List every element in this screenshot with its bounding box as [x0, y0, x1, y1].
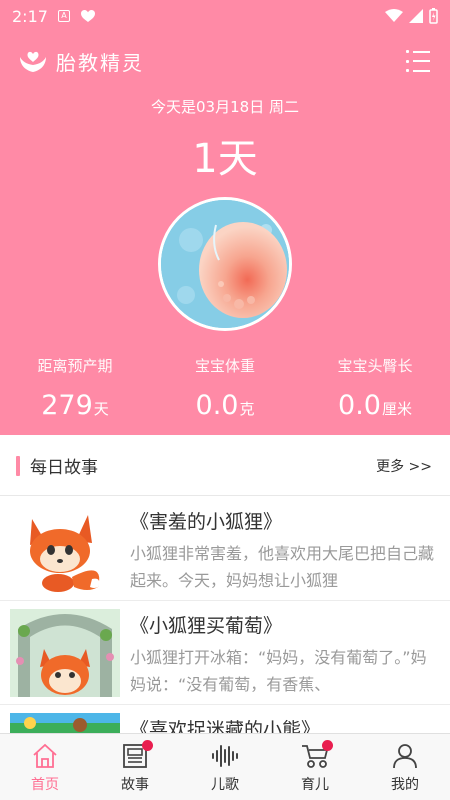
stat-crown-rump-length: 宝宝头臀长 0.0厘米 — [300, 355, 450, 421]
sound-wave-icon — [212, 745, 238, 767]
brand: 胎教精灵 — [18, 47, 144, 76]
tab-label: 育儿 — [301, 777, 329, 793]
tab-label: 儿歌 — [211, 777, 239, 793]
stat-value: 279 — [41, 390, 93, 421]
stat-unit: 天 — [93, 400, 109, 418]
stat-unit: 厘米 — [381, 400, 412, 418]
tab-label: 故事 — [121, 777, 149, 793]
story-thumbnail — [10, 505, 120, 593]
story-thumbnail — [10, 609, 120, 697]
story-thumbnail — [10, 713, 120, 733]
signal-icon — [409, 9, 423, 23]
story-item[interactable]: 《喜欢捉迷藏的小熊》 — [0, 705, 450, 733]
menu-list-icon — [406, 50, 432, 53]
stat-label: 距离预产期 — [37, 357, 113, 375]
stats-row: 距离预产期 279天 宝宝体重 0.0克 宝宝头臀长 0.0厘米 — [0, 355, 450, 421]
story-description: 小狐狸非常害羞，他喜欢用大尾巴把自己藏起来。今天，妈妈想让小狐狸 — [130, 544, 435, 590]
today-date: 今天是03月18日 周二 — [151, 98, 299, 116]
tab-songs[interactable]: 儿歌 — [180, 734, 270, 800]
bottom-tab-bar: 首页 故事 儿歌 育儿 我的 — [0, 733, 450, 800]
story-description: 小狐狸打开冰箱：“妈妈，没有葡萄了。”妈妈说：“没有葡萄，有香蕉、 — [130, 648, 427, 694]
pregnancy-days: 1天 — [192, 136, 258, 182]
header-panel: 2:17 A 胎教精灵 今天是03月18日 周二 1天 距离预产期 279天 宝… — [0, 0, 450, 435]
status-time: 2:17 — [12, 6, 48, 26]
bear-illustration — [10, 713, 120, 733]
status-bar: 2:17 A — [0, 0, 450, 32]
section-title: 每日故事 — [30, 458, 98, 478]
home-icon — [33, 743, 57, 768]
menu-button[interactable] — [406, 50, 432, 72]
notification-badge — [142, 740, 153, 751]
tab-story[interactable]: 故事 — [90, 734, 180, 800]
fetus-image[interactable] — [158, 197, 292, 331]
tab-mine[interactable]: 我的 — [360, 734, 450, 800]
notification-a-icon: A — [57, 10, 70, 22]
stat-unit: 克 — [239, 400, 255, 418]
story-title: 《小狐狸买葡萄》 — [130, 615, 283, 637]
notification-badge — [322, 740, 333, 751]
story-title: 《喜欢捉迷藏的小熊》 — [130, 719, 321, 733]
tab-label: 首页 — [31, 777, 59, 793]
section-accent-bar — [16, 455, 20, 476]
stat-value: 0.0 — [338, 390, 381, 421]
hands-heart-logo-icon — [20, 51, 46, 72]
tab-parenting[interactable]: 育儿 — [270, 734, 360, 800]
more-link[interactable]: 更多 >> — [376, 456, 432, 476]
story-item[interactable]: 《害羞的小狐狸》 小狐狸非常害羞，他喜欢用大尾巴把自己藏起来。今天，妈妈想让小狐… — [0, 497, 450, 601]
stat-label: 宝宝头臀长 — [337, 357, 413, 375]
stat-baby-weight: 宝宝体重 0.0克 — [150, 355, 300, 421]
stat-label: 宝宝体重 — [194, 357, 255, 375]
stat-value: 0.0 — [195, 390, 239, 421]
fox-illustration — [10, 505, 120, 593]
app-notification-icon — [80, 10, 95, 22]
tab-label: 我的 — [391, 777, 419, 793]
fox-grapes-illustration — [10, 609, 120, 697]
app-title-bar: 胎教精灵 — [0, 38, 450, 84]
wifi-icon — [385, 9, 403, 22]
battery-icon — [429, 8, 438, 24]
fetus-illustration — [161, 200, 289, 328]
daily-story-header: 每日故事 更多 >> — [0, 436, 450, 496]
story-item[interactable]: 《小狐狸买葡萄》 小狐狸打开冰箱：“妈妈，没有葡萄了。”妈妈说：“没有葡萄，有香… — [0, 601, 450, 705]
tab-home[interactable]: 首页 — [0, 734, 90, 800]
stat-due-date: 距离预产期 279天 — [0, 355, 150, 421]
app-title: 胎教精灵 — [56, 50, 144, 75]
person-icon — [393, 744, 417, 769]
story-title: 《害羞的小狐狸》 — [130, 511, 283, 533]
